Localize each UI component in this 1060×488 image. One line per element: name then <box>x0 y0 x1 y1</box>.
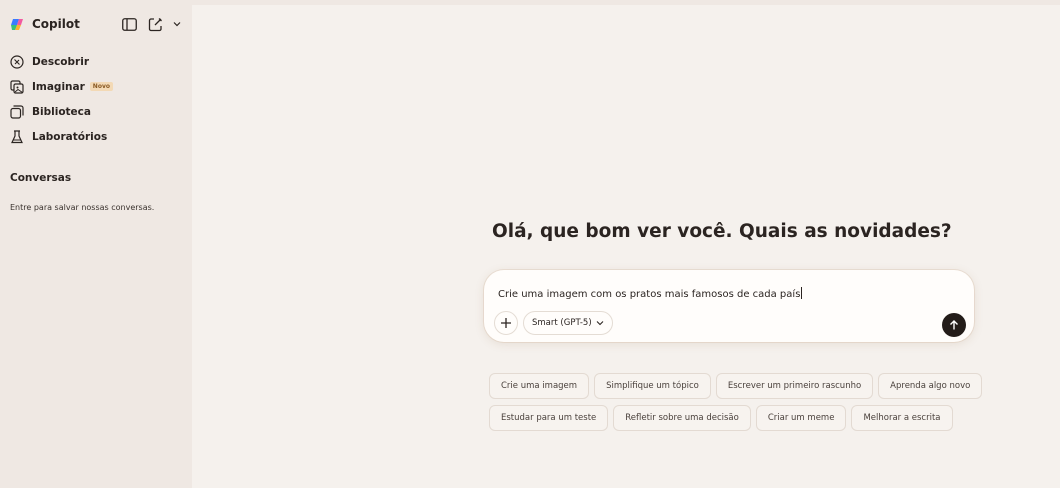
copilot-logo-icon <box>10 16 26 32</box>
suggestion-chip[interactable]: Simplifique um tópico <box>594 373 711 399</box>
sidebar-item-biblioteca[interactable]: Biblioteca <box>0 99 192 124</box>
conversations-heading: Conversas <box>10 172 72 184</box>
sidebar-item-label: Biblioteca <box>32 105 91 118</box>
suggestion-chip[interactable]: Estudar para um teste <box>489 405 609 431</box>
message-input-text: Crie uma imagem com os pratos mais famos… <box>498 289 801 300</box>
image-icon <box>10 79 24 94</box>
compass-icon <box>10 54 24 69</box>
sidebar-actions <box>120 15 182 33</box>
message-input[interactable]: Crie uma imagem com os pratos mais famos… <box>498 287 803 300</box>
sidebar-item-imaginar[interactable]: Imaginar Novo <box>0 74 192 99</box>
sidebar-nav: Descobrir Imaginar Novo Biblioteca Labor… <box>0 49 192 149</box>
model-selector-label: Smart (GPT-5) <box>532 318 592 328</box>
toggle-sidebar-icon[interactable] <box>120 15 138 33</box>
new-chat-icon[interactable] <box>146 15 164 33</box>
chevron-down-icon[interactable] <box>172 15 182 33</box>
message-composer[interactable]: Crie uma imagem com os pratos mais famos… <box>484 270 974 342</box>
suggestion-row: Estudar para um teste Refletir sobre uma… <box>489 405 1009 431</box>
conversations-note: Entre para salvar nossas conversas. <box>10 203 155 212</box>
brand-name: Copilot <box>32 17 80 31</box>
arrow-up-icon <box>948 319 960 331</box>
greeting-title: Olá, que bom ver você. Quais as novidade… <box>492 221 952 242</box>
sidebar-item-label: Imaginar <box>32 80 85 93</box>
flask-icon <box>10 129 24 144</box>
new-badge: Novo <box>89 82 113 91</box>
suggestion-chip[interactable]: Melhorar a escrita <box>851 405 953 431</box>
suggestion-chip[interactable]: Crie uma imagem <box>489 373 590 399</box>
suggestion-chip[interactable]: Escrever um primeiro rascunho <box>715 373 874 399</box>
sidebar: Copilot Descobrir Imaginar Novo Bibliote… <box>0 0 192 488</box>
sidebar-header: Copilot <box>10 13 186 35</box>
suggestion-chip[interactable]: Aprenda algo novo <box>878 373 983 399</box>
suggestion-row: Crie uma imagem Simplifique um tópico Es… <box>489 373 1009 399</box>
plus-icon <box>500 317 512 329</box>
attach-button[interactable] <box>494 311 518 335</box>
sidebar-item-label: Descobrir <box>32 55 89 68</box>
sidebar-item-descobrir[interactable]: Descobrir <box>0 49 192 74</box>
suggestion-chips: Crie uma imagem Simplifique um tópico Es… <box>489 373 1009 437</box>
send-button[interactable] <box>942 313 966 337</box>
sidebar-item-laboratorios[interactable]: Laboratórios <box>0 124 192 149</box>
sidebar-item-label: Laboratórios <box>32 130 108 143</box>
text-caret <box>801 287 803 299</box>
main-area: Olá, que bom ver você. Quais as novidade… <box>192 5 1060 488</box>
chevron-down-icon <box>596 320 604 326</box>
suggestion-chip[interactable]: Refletir sobre uma decisão <box>613 405 751 431</box>
library-icon <box>10 104 24 119</box>
model-selector[interactable]: Smart (GPT-5) <box>523 311 613 335</box>
suggestion-chip[interactable]: Criar um meme <box>755 405 847 431</box>
